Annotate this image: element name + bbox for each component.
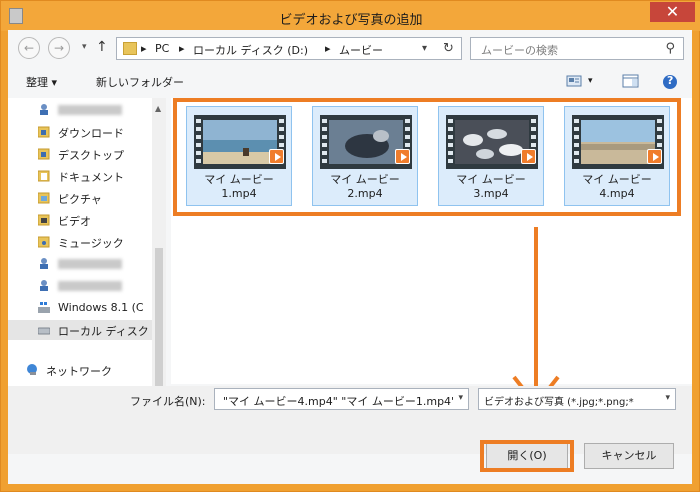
down-arrow-annotation <box>512 227 560 409</box>
chevron-down-icon[interactable]: ▾ <box>665 393 670 403</box>
sidebar-item-label: ピクチャ <box>58 193 102 206</box>
sidebar-item-label: ダウンロード <box>58 127 124 140</box>
view-options-icon[interactable] <box>566 74 584 89</box>
navigation-pane: ダウンロード デスクトップ ドキュメント ピクチャ ビデオ ミュージック Win… <box>8 98 166 414</box>
redacted-label <box>58 105 122 115</box>
address-bar[interactable]: ▸ PC ▸ ローカル ディスク (D:) ▸ ムービー ▾ ↻ <box>116 37 462 60</box>
refresh-icon[interactable]: ↻ <box>443 41 454 56</box>
sidebar-item-music[interactable]: ミュージック <box>8 232 152 252</box>
breadcrumb-separator: ▸ <box>179 42 185 55</box>
redacted-label <box>58 281 122 291</box>
sidebar-item-local-disk[interactable]: ローカル ディスク (D <box>8 320 152 340</box>
search-icon[interactable]: ⚲ <box>665 41 675 56</box>
film-perforation <box>574 119 579 165</box>
sidebar-item-network-drive[interactable] <box>8 254 152 274</box>
folder-icon <box>38 126 50 138</box>
forward-button[interactable]: → <box>48 37 70 59</box>
film-perforation <box>322 119 327 165</box>
search-input[interactable]: ムービーの検索 <box>481 42 558 58</box>
sidebar-item-label: Windows 8.1 (C <box>58 301 144 314</box>
play-icon <box>269 149 284 164</box>
breadcrumb-separator: ▸ <box>141 42 147 55</box>
address-dropdown-icon[interactable]: ▾ <box>422 43 427 54</box>
file-name: マイ ムービー 3.mp4 <box>456 173 526 200</box>
chevron-down-icon[interactable]: ▾ <box>458 393 463 403</box>
folder-icon <box>38 214 50 226</box>
breadcrumb-local-disk[interactable]: ローカル ディスク (D:) <box>193 42 308 58</box>
sidebar-item-label: ビデオ <box>58 215 91 228</box>
up-folder-button[interactable]: ↑ <box>96 39 108 55</box>
sidebar-item-windows-drive[interactable]: Windows 8.1 (C <box>8 298 152 318</box>
folder-icon <box>38 236 50 248</box>
redacted-label <box>58 259 122 269</box>
play-icon <box>647 149 662 164</box>
breadcrumb-separator: ▸ <box>325 42 331 55</box>
title-bar[interactable]: ビデオおよび写真の追加 ✕ <box>1 1 700 31</box>
thumbnail-frame <box>455 120 529 164</box>
sidebar-scrollbar[interactable]: ▲ ▼ <box>152 98 166 414</box>
folder-icon <box>38 192 50 204</box>
file-tile[interactable]: マイ ムービー 4.mp4 <box>564 106 670 206</box>
sidebar-item-videos[interactable]: ビデオ <box>8 210 152 230</box>
breadcrumb-pc[interactable]: PC <box>155 42 169 55</box>
recent-locations-dropdown-icon[interactable]: ▾ <box>82 42 87 52</box>
file-tile[interactable]: マイ ムービー 2.mp4 <box>312 106 418 206</box>
sidebar-item-desktop[interactable]: デスクトップ <box>8 144 152 164</box>
organize-button[interactable]: 整理 ▾ <box>26 74 57 90</box>
sidebar-item-network[interactable]: ネットワーク <box>8 360 152 380</box>
sidebar-item-downloads[interactable]: ダウンロード <box>8 122 152 142</box>
thumbnail-frame <box>329 120 403 164</box>
file-name: マイ ムービー 2.mp4 <box>330 173 400 200</box>
close-button[interactable]: ✕ <box>650 2 695 22</box>
sidebar-item-label: ドキュメント <box>58 171 124 184</box>
filename-label: ファイル名(N): <box>130 395 206 408</box>
navigation-bar: ← → ▾ ↑ ▸ PC ▸ ローカル ディスク (D:) ▸ ムービー ▾ ↻… <box>8 30 692 66</box>
breadcrumb-movies[interactable]: ムービー <box>339 42 383 58</box>
film-perforation <box>448 119 453 165</box>
filetype-value[interactable]: ビデオおよび写真 (*.jpg;*.png;* <box>484 393 660 408</box>
play-icon <box>395 149 410 164</box>
sidebar-item-pictures[interactable]: ピクチャ <box>8 188 152 208</box>
folder-icon <box>38 170 50 182</box>
thumbnail-frame <box>581 120 655 164</box>
thumbnail-frame <box>203 120 277 164</box>
filename-value[interactable]: "マイ ムービー4.mp4" "マイ ムービー1.mp4" <box>223 393 453 409</box>
search-box[interactable]: ムービーの検索 ⚲ <box>470 37 684 60</box>
file-tile[interactable]: マイ ムービー 1.mp4 <box>186 106 292 206</box>
sidebar-item-label: ローカル ディスク (D <box>58 325 152 338</box>
windows-drive-icon <box>38 302 50 313</box>
sidebar-item-label: ネットワーク <box>46 365 112 378</box>
filetype-select[interactable]: ビデオおよび写真 (*.jpg;*.png;* ▾ <box>478 388 676 410</box>
drive-icon <box>38 327 50 335</box>
back-button[interactable]: ← <box>18 37 40 59</box>
network-icon <box>27 364 37 375</box>
filename-input[interactable]: "マイ ムービー4.mp4" "マイ ムービー1.mp4" ▾ <box>214 388 469 410</box>
open-button-highlight <box>480 440 574 472</box>
new-folder-button[interactable]: 新しいフォルダー <box>96 74 184 90</box>
network-drive-icon <box>40 280 48 291</box>
file-name: マイ ムービー 1.mp4 <box>204 173 274 200</box>
folder-icon <box>123 42 137 55</box>
toolbar: 整理 ▾ 新しいフォルダー ▾ ? <box>8 68 692 96</box>
preview-pane-icon[interactable] <box>622 74 640 89</box>
sidebar-item-network-drive[interactable] <box>8 276 152 296</box>
cancel-button[interactable]: キャンセル <box>584 443 674 469</box>
help-icon[interactable]: ? <box>662 74 680 89</box>
scroll-up-icon[interactable]: ▲ <box>155 104 161 113</box>
file-tile[interactable]: マイ ムービー 3.mp4 <box>438 106 544 206</box>
sidebar-item-homegroup[interactable] <box>8 100 152 120</box>
sidebar-item-label: ミュージック <box>58 237 124 250</box>
folder-icon <box>38 148 50 160</box>
help-glyph: ? <box>667 74 674 87</box>
file-name: マイ ムービー 4.mp4 <box>582 173 652 200</box>
sidebar-item-label: デスクトップ <box>58 149 124 162</box>
play-icon <box>521 149 536 164</box>
view-dropdown-icon[interactable]: ▾ <box>588 76 593 86</box>
sidebar-item-documents[interactable]: ドキュメント <box>8 166 152 186</box>
network-drive-icon <box>40 258 48 269</box>
film-perforation <box>196 119 201 165</box>
scrollbar-thumb[interactable] <box>155 248 163 398</box>
window-title: ビデオおよび写真の追加 <box>279 13 423 28</box>
homegroup-icon <box>40 104 48 115</box>
